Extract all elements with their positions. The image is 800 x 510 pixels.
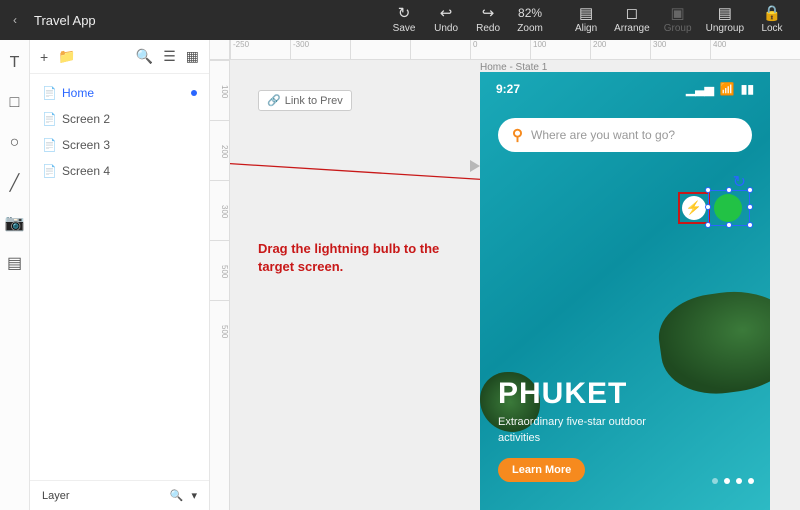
search-icon: ⚲	[512, 126, 523, 144]
canvas[interactable]: -250-3000100200300400 100200300500500 Ho…	[210, 40, 800, 510]
page-label: Screen 4	[62, 164, 110, 178]
link-icon: 🔗	[267, 94, 281, 107]
group-button[interactable]: ▣Group	[664, 6, 692, 34]
group-icon: ▣	[671, 6, 685, 21]
hero-subtitle: Extraordinary five-star outdoor activiti…	[498, 415, 678, 446]
component-tool[interactable]: ▤	[6, 254, 24, 272]
page-icon: 📄	[42, 164, 54, 178]
state-marker-icon	[470, 160, 480, 172]
undo-icon: ↩	[440, 6, 453, 21]
active-indicator	[191, 90, 197, 96]
page-panel: + 📁 🔍 ☰ ▦ 📄 Home 📄 Screen 2 📄 Screen 3 �	[30, 40, 210, 510]
app-top-bar: ‹ Travel App ↻Save ↩Undo ↪Redo 82%Zoom ▤…	[0, 0, 800, 40]
redo-button[interactable]: ↪Redo	[474, 6, 502, 34]
arrange-button[interactable]: ◻Arrange	[614, 6, 650, 34]
selected-element[interactable]: ⚡	[682, 190, 754, 226]
ungroup-button[interactable]: ▤Ungroup	[706, 6, 744, 34]
hero-content: PHUKET Extraordinary five-star outdoor a…	[498, 377, 752, 482]
circle-tool[interactable]: ○	[6, 134, 24, 152]
line-tool[interactable]: ╱	[6, 174, 24, 192]
search-placeholder: Where are you want to go?	[531, 128, 675, 142]
lock-icon: 🔒	[763, 6, 782, 21]
page-label: Screen 2	[62, 112, 110, 126]
search-pages-button[interactable]: 🔍	[136, 48, 153, 65]
list-view-button[interactable]: ☰	[163, 48, 176, 65]
zoom-value: 82%	[518, 6, 542, 21]
align-icon: ▤	[579, 6, 593, 21]
lock-button[interactable]: 🔒Lock	[758, 6, 786, 34]
hero-title: PHUKET	[498, 377, 752, 411]
wifi-icon: 📶	[720, 82, 735, 96]
zoom-control[interactable]: 82%Zoom	[516, 6, 544, 34]
status-bar: 9:27 ▁▃▅ 📶 ▮▮	[496, 82, 754, 96]
image-tool[interactable]: 📷	[6, 214, 24, 232]
redo-icon: ↪	[482, 6, 495, 21]
status-time: 9:27	[496, 82, 520, 96]
grid-view-button[interactable]: ▦	[186, 48, 199, 65]
selection-box	[708, 190, 750, 226]
annotation-text: Drag the lightning bulb to the target sc…	[258, 240, 458, 276]
back-button[interactable]: ‹	[0, 13, 30, 27]
page-item-screen-2[interactable]: 📄 Screen 2	[30, 106, 209, 132]
signal-icon: ▁▃▅	[686, 82, 714, 96]
page-item-screen-4[interactable]: 📄 Screen 4	[30, 158, 209, 184]
text-tool[interactable]: T	[6, 54, 24, 72]
align-button[interactable]: ▤Align	[572, 6, 600, 34]
ruler-horizontal: -250-3000100200300400	[230, 40, 800, 60]
page-dots[interactable]	[712, 478, 754, 484]
left-toolbar: T □ ○ ╱ 📷 ▤	[0, 40, 30, 510]
add-page-button[interactable]: +	[40, 49, 48, 65]
ungroup-icon: ▤	[718, 6, 732, 21]
save-icon: ↻	[398, 6, 411, 21]
save-button[interactable]: ↻Save	[390, 6, 418, 34]
layer-label: Layer	[42, 490, 70, 502]
battery-icon: ▮▮	[741, 82, 754, 96]
page-icon: 📄	[42, 112, 54, 126]
app-title: Travel App	[34, 13, 96, 28]
layer-search-button[interactable]: 🔍	[170, 489, 184, 502]
folder-button[interactable]: 📁	[58, 48, 75, 65]
page-item-home[interactable]: 📄 Home	[30, 80, 209, 106]
artboard-home[interactable]: 9:27 ▁▃▅ 📶 ▮▮ ⚲ Where are you want to go…	[480, 72, 770, 510]
ruler-vertical: 100200300500500	[210, 60, 230, 510]
search-bar[interactable]: ⚲ Where are you want to go?	[498, 118, 752, 152]
rotate-handle-icon[interactable]: ↻	[733, 172, 746, 192]
page-label: Home	[62, 86, 94, 100]
undo-button[interactable]: ↩Undo	[432, 6, 460, 34]
learn-more-button[interactable]: Learn More	[498, 458, 585, 482]
rect-tool[interactable]: □	[6, 94, 24, 112]
page-icon: 📄	[42, 86, 54, 100]
page-icon: 📄	[42, 138, 54, 152]
page-label: Screen 3	[62, 138, 110, 152]
page-item-screen-3[interactable]: 📄 Screen 3	[30, 132, 209, 158]
link-to-prev-button[interactable]: 🔗Link to Prev	[258, 90, 352, 111]
layer-expand-button[interactable]: ▾	[191, 489, 197, 502]
arrange-icon: ◻	[626, 6, 638, 21]
